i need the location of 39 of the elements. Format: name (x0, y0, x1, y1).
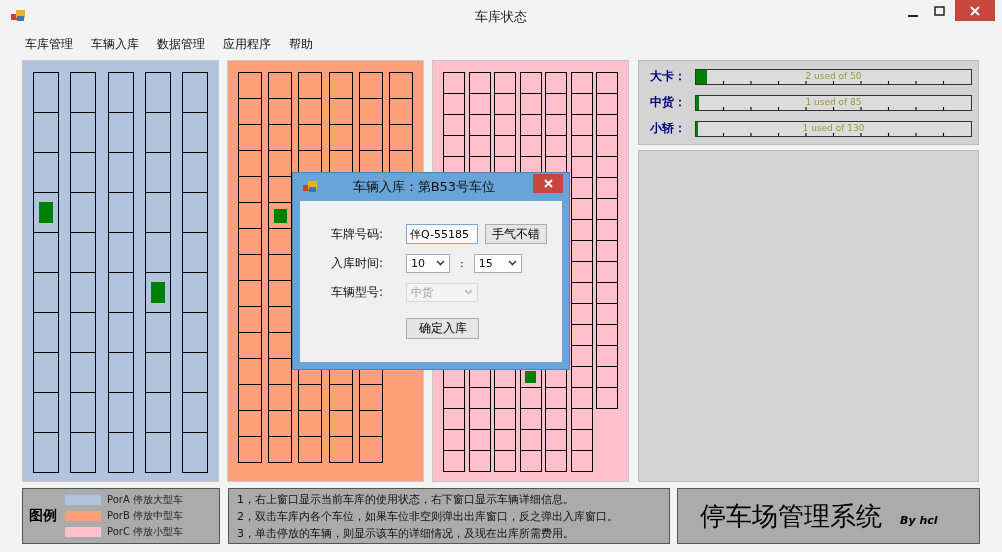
field-label: 车辆型号: (331, 283, 385, 301)
minimize-icon (908, 14, 918, 17)
field-label: 入库时间: (331, 254, 385, 272)
menu-item[interactable]: 帮助 (289, 35, 313, 53)
minute-dropdown[interactable]: 15 (473, 253, 522, 273)
app-name: 停车场管理系统 (700, 499, 882, 533)
window-title: 车库状态 (475, 8, 527, 26)
maximize-icon (933, 5, 945, 16)
time-separator: : (460, 256, 464, 270)
plate-number-field[interactable]: 伴Q-55185 (406, 224, 478, 244)
random-plate-button[interactable]: 手气不错 (485, 224, 547, 244)
legend-label: PorC 停放小型车 (107, 525, 184, 539)
hour-dropdown[interactable]: 10 (406, 253, 450, 273)
menu-item[interactable]: 车辆入库 (91, 35, 139, 53)
instruction-text: 3，单击停放的车辆，则显示该车的详细情况，及现在出库所需费用。 (237, 525, 575, 541)
legend-label: PorA 停放大型车 (107, 493, 183, 507)
author-credit: By hcl (900, 513, 938, 527)
gauge-label: 中货： (650, 94, 687, 111)
usage-reading: 1 used of 130 (802, 122, 865, 133)
app-icon (303, 181, 317, 193)
usage-reading: 1 used of 85 (805, 96, 862, 107)
close-icon (970, 5, 980, 16)
menu-item[interactable]: 应用程序 (223, 35, 271, 53)
instruction-text: 2，双击车库内各个车位，如果车位非空则弹出出库窗口，反之弹出入库窗口。 (237, 508, 618, 524)
dialog-title: 车辆入库：第B53号车位 (352, 178, 496, 196)
close-button[interactable] (533, 174, 563, 193)
gauge-label: 小轿： (650, 120, 687, 137)
close-button[interactable] (955, 0, 995, 21)
app-icon (11, 10, 25, 22)
menu-item[interactable]: 车库管理 (25, 35, 73, 53)
confirm-check-in-button[interactable]: 确定入库 (406, 318, 479, 339)
field-label: 车牌号码: (331, 225, 385, 243)
legend-label: PorB 停放中型车 (107, 509, 183, 523)
menu-item[interactable]: 数据管理 (157, 35, 205, 53)
gauge-label: 大卡： (650, 68, 687, 85)
close-icon (543, 179, 553, 188)
usage-reading: 2 used of 50 (805, 70, 862, 81)
instruction-text: 1，右上窗口显示当前车库的使用状态，右下窗口显示车辆详细信息。 (237, 491, 575, 507)
legend-title: 图例 (29, 507, 57, 525)
